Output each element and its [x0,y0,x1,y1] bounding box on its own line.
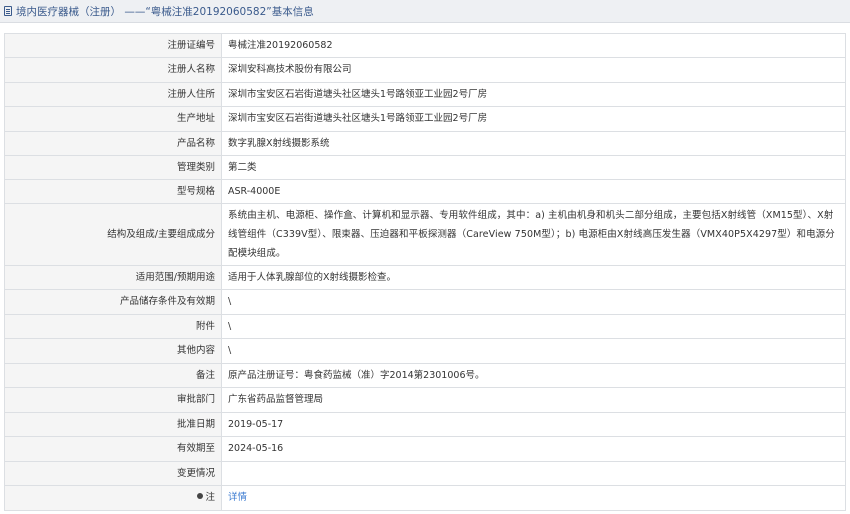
row-value: \ [221,289,846,315]
row-value: ASR-4000E [221,179,846,204]
row-label: 批准日期 [4,412,222,437]
table-row: 注册人住所 深圳市宝安区石岩街道塘头社区塘头1号路领亚工业园2号厂房 [4,82,846,107]
row-value: 粤械注准20192060582 [221,33,846,58]
table-row: 注册证编号 粤械注准20192060582 [4,33,846,58]
table-row: 注 详情 [4,485,846,511]
row-value: \ [221,338,846,364]
document-icon [4,6,12,16]
row-label: 审批部门 [4,387,222,413]
row-label: 结构及组成/主要组成成分 [4,203,222,266]
table-row: 批准日期 2019-05-17 [4,412,846,437]
table-row: 变更情况 [4,461,846,486]
row-label: 生产地址 [4,106,222,132]
row-label: 管理类别 [4,155,222,180]
row-label: 备注 [4,363,222,388]
info-table: 注册证编号 粤械注准20192060582 注册人名称 深圳安科高技术股份有限公… [4,33,846,511]
row-value: 2024-05-16 [221,436,846,462]
table-row: 产品储存条件及有效期 \ [4,289,846,315]
row-label: 适用范围/预期用途 [4,265,222,290]
table-row: 附件 \ [4,314,846,339]
page-title: 境内医疗器械（注册） ——“粤械注准20192060582”基本信息 [16,5,314,18]
row-value [221,461,846,486]
table-row: 备注 原产品注册证号：粤食药监械（准）字2014第2301006号。 [4,363,846,388]
page-header: 境内医疗器械（注册） ——“粤械注准20192060582”基本信息 [0,0,850,23]
table-row: 结构及组成/主要组成成分 系统由主机、电源柜、操作盒、计算机和显示器、专用软件组… [4,203,846,266]
table-row: 管理类别 第二类 [4,155,846,180]
table-row: 有效期至 2024-05-16 [4,436,846,462]
table-row: 产品名称 数字乳腺X射线摄影系统 [4,131,846,156]
row-value: 广东省药品监督管理局 [221,387,846,413]
row-value: 深圳安科高技术股份有限公司 [221,57,846,83]
details-link[interactable]: 详情 [228,492,247,503]
note-label-cell: 注 [4,485,222,511]
row-value: 深圳市宝安区石岩街道塘头社区塘头1号路领亚工业园2号厂房 [221,82,846,107]
row-label: 变更情况 [4,461,222,486]
table-row: 审批部门 广东省药品监督管理局 [4,387,846,413]
row-label: 产品名称 [4,131,222,156]
row-label: 注册证编号 [4,33,222,58]
row-value: 深圳市宝安区石岩街道塘头社区塘头1号路领亚工业园2号厂房 [221,106,846,132]
row-value: 详情 [221,485,846,511]
row-value: 系统由主机、电源柜、操作盒、计算机和显示器、专用软件组成，其中：a) 主机由机身… [221,203,846,266]
row-label: 注册人名称 [4,57,222,83]
table-row: 型号规格 ASR-4000E [4,179,846,204]
row-label: 注册人住所 [4,82,222,107]
row-value: 2019-05-17 [221,412,846,437]
table-row: 适用范围/预期用途 适用于人体乳腺部位的X射线摄影检查。 [4,265,846,290]
pin-icon [197,493,204,499]
row-value: \ [221,314,846,339]
table-row: 注册人名称 深圳安科高技术股份有限公司 [4,57,846,83]
row-label: 其他内容 [4,338,222,364]
composition-text: 系统由主机、电源柜、操作盒、计算机和显示器、专用软件组成，其中：a) 主机由机身… [228,210,835,259]
row-value: 原产品注册证号：粤食药监械（准）字2014第2301006号。 [221,363,846,388]
row-label: 注 [205,492,215,503]
row-value: 第二类 [221,155,846,180]
row-label: 型号规格 [4,179,222,204]
row-value: 数字乳腺X射线摄影系统 [221,131,846,156]
row-label: 产品储存条件及有效期 [4,289,222,315]
row-label: 附件 [4,314,222,339]
row-value: 适用于人体乳腺部位的X射线摄影检查。 [221,265,846,290]
table-row: 生产地址 深圳市宝安区石岩街道塘头社区塘头1号路领亚工业园2号厂房 [4,106,846,132]
table-row: 其他内容 \ [4,338,846,364]
row-label: 有效期至 [4,436,222,462]
